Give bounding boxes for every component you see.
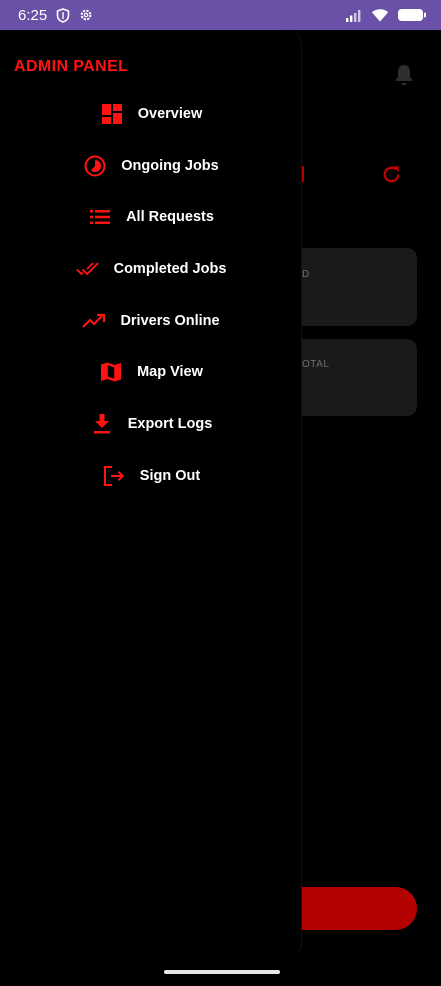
settings-gear-icon [79,8,93,22]
home-indicator[interactable] [164,970,280,974]
menu-item-drivers-online[interactable]: Drivers Online [0,295,302,347]
bell-icon[interactable] [393,63,415,92]
status-bar: 6:25 [0,0,441,30]
refresh-icon[interactable] [380,163,403,191]
menu-item-sign-out[interactable]: Sign Out [0,450,302,502]
logout-icon [102,464,126,488]
trending-up-icon [82,309,106,333]
menu-item-label: Export Logs [127,415,213,432]
menu-item-label: Completed Jobs [113,260,227,277]
wifi-icon [371,8,389,22]
dashboard-icon [100,102,124,126]
menu-item-label: Overview [137,105,203,122]
signal-icon [345,8,363,22]
menu-item-label: Sign Out [139,467,201,484]
map-icon [99,360,123,384]
shield-icon [56,7,70,23]
done-all-icon [75,257,100,281]
menu-item-overview[interactable]: Overview [0,88,302,140]
timelapse-icon [83,154,107,178]
card-label: OTAL [302,359,330,370]
menu-item-map-view[interactable]: Map View [0,346,302,398]
stat-card[interactable]: D [290,248,417,326]
battery-icon [397,8,427,22]
menu-item-all-requests[interactable]: All Requests [0,191,302,243]
download-icon [90,412,114,436]
menu-item-label: Ongoing Jobs [121,157,219,174]
menu-item-export-logs[interactable]: Export Logs [0,398,302,450]
drawer-menu: Overview Ongoing Jobs All Requests Compl… [0,88,302,502]
stat-card[interactable]: OTAL [290,339,417,416]
status-time: 6:25 [18,6,48,24]
card-label: D [302,269,310,280]
drawer-title: ADMIN PANEL [14,58,129,75]
menu-item-label: Drivers Online [120,312,220,329]
menu-item-completed-jobs[interactable]: Completed Jobs [0,243,302,295]
menu-item-ongoing-jobs[interactable]: Ongoing Jobs [0,140,302,192]
menu-item-label: Map View [137,364,203,381]
menu-item-label: All Requests [126,209,214,226]
list-icon [88,205,112,229]
navigation-drawer: ADMIN PANEL Overview Ongoing Jobs All Re… [0,30,302,959]
